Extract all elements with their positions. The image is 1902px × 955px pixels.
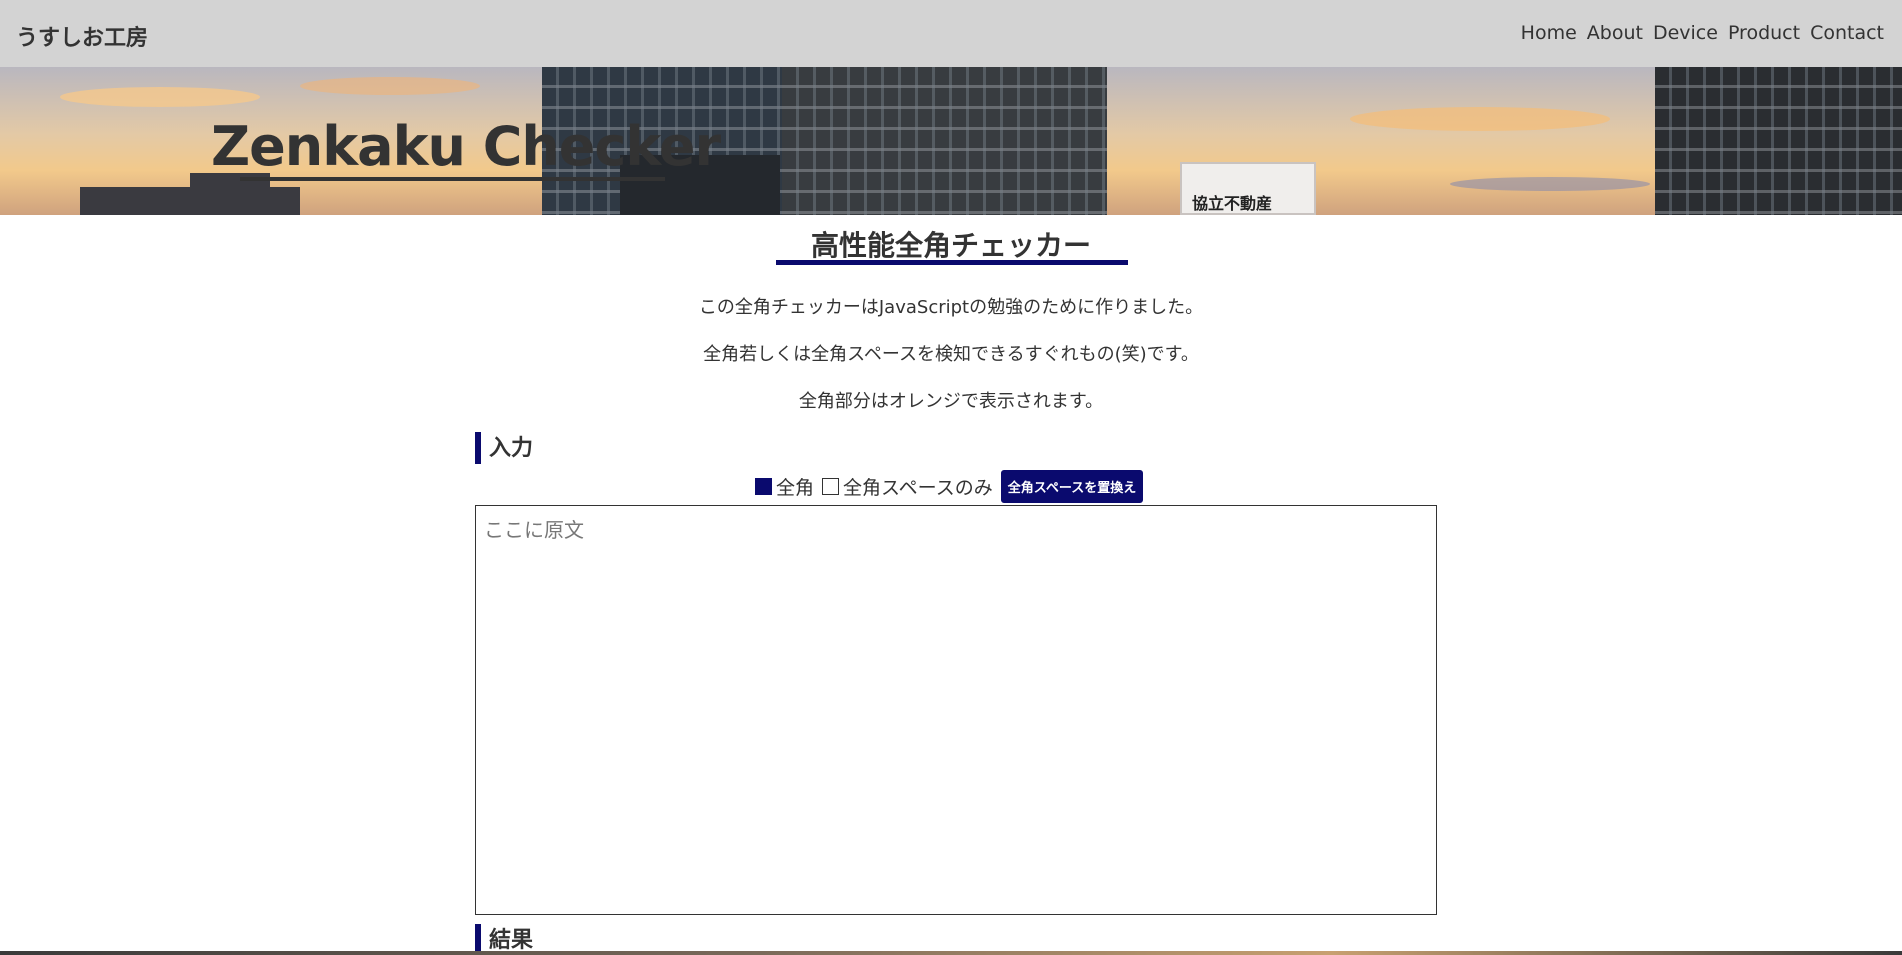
hero-banner: 協立不動産 Zenkaku Checker: [0, 67, 1902, 215]
hero-title-underline: [240, 177, 665, 181]
nav-product[interactable]: Product: [1728, 22, 1800, 44]
replace-spaces-button[interactable]: 全角スペースを置換え: [1000, 470, 1144, 503]
description-line: 全角若しくは全角スペースを検知できるすぐれもの(笑)です。: [703, 344, 1199, 365]
nav-about[interactable]: About: [1587, 22, 1643, 44]
source-text-input[interactable]: [475, 505, 1437, 915]
input-heading: 入力: [475, 432, 533, 464]
nav-home[interactable]: Home: [1521, 22, 1577, 44]
hero-building: [782, 67, 1107, 215]
space-only-label: 全角スペースのみ: [843, 477, 993, 499]
zenkaku-label: 全角: [776, 477, 815, 499]
nav-links: Home About Device Product Contact: [1521, 22, 1884, 44]
nav-device[interactable]: Device: [1653, 22, 1718, 44]
page-title-underline: [776, 260, 1128, 265]
hero-cloud: [60, 87, 260, 107]
navbar: うすしお工房 Home About Device Product Contact: [0, 0, 1902, 67]
description-line: 全角部分はオレンジで表示されます。: [798, 391, 1104, 412]
hero-title: Zenkaku Checker: [211, 115, 721, 178]
hero-sign: 協立不動産: [1180, 162, 1316, 215]
bottom-edge: [0, 951, 1902, 955]
hero-cloud: [300, 77, 480, 95]
page-title: 高性能全角チェッカー: [810, 229, 1091, 262]
hero-cloud: [1350, 107, 1610, 131]
nav-contact[interactable]: Contact: [1810, 22, 1884, 44]
hero-building: [1655, 67, 1902, 215]
description-line: この全角チェッカーはJavaScriptの勉強のために作りました。: [698, 297, 1204, 318]
site-brand[interactable]: うすしお工房: [16, 20, 148, 52]
hero-sign-text: 協立不動産: [1192, 194, 1273, 213]
space-only-checkbox[interactable]: [822, 478, 840, 495]
zenkaku-checkbox[interactable]: [755, 478, 772, 495]
input-options: 全角 全角スペースのみ 全角スペースを置換え: [755, 470, 1144, 503]
hero-cloud: [1450, 177, 1650, 191]
